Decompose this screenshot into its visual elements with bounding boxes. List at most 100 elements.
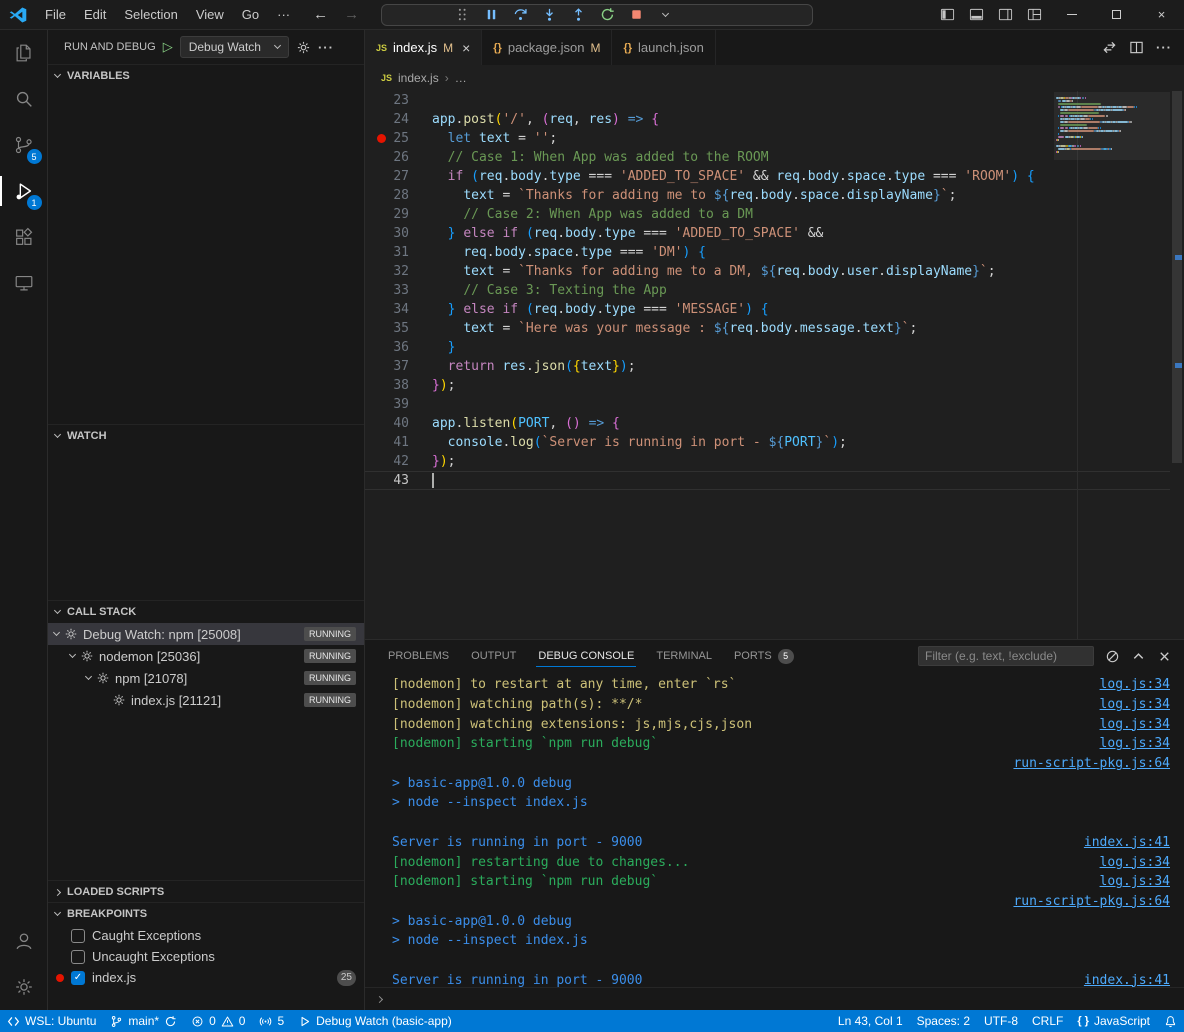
activity-bar-item-extensions[interactable] [0, 214, 48, 260]
line-number[interactable]: 33 [365, 281, 409, 300]
loaded-scripts-section-header[interactable]: LOADED SCRIPTS [48, 881, 364, 903]
code-text[interactable]: app.post('/', (req, res) => { [409, 110, 659, 129]
close-panel-icon[interactable] [1157, 649, 1172, 664]
maximize-panel-icon[interactable] [1131, 649, 1146, 664]
code-text[interactable]: // Case 3: Texting the App [409, 281, 667, 300]
breakpoint-row[interactable]: ✓index.js25 [48, 967, 364, 988]
code-text[interactable]: req.body.space.type === 'DM') { [409, 243, 706, 262]
code-text[interactable]: app.listen(PORT, () => { [409, 414, 620, 433]
toggle-primary-sidebar-icon[interactable] [933, 0, 962, 30]
call-stack-row[interactable]: index.js [21121]RUNNING [48, 689, 364, 711]
editor-tab[interactable]: {}package.jsonM [482, 30, 612, 65]
line-number[interactable]: 41 [365, 433, 409, 452]
close-button[interactable]: × [1139, 0, 1184, 30]
open-changes-icon[interactable] [1102, 40, 1117, 55]
console-source-link[interactable]: log.js:34 [1080, 697, 1170, 712]
status-item-language-mode[interactable]: { }JavaScript [1070, 1010, 1157, 1032]
line-number[interactable]: 35 [365, 319, 409, 338]
activity-bar-item-remote-explorer[interactable] [0, 260, 48, 306]
console-source-link[interactable]: log.js:34 [1080, 874, 1170, 889]
line-number[interactable]: 30 [365, 224, 409, 243]
breadcrumb[interactable]: JSindex.js›… [365, 65, 1184, 91]
status-item-problems[interactable]: 00 [184, 1010, 252, 1032]
activity-bar-item-accounts[interactable] [0, 918, 48, 964]
grip-icon[interactable] [454, 7, 470, 23]
code-text[interactable]: let text = ''; [409, 129, 557, 148]
clear-console-icon[interactable] [1105, 649, 1120, 664]
status-item-branch[interactable]: main* [103, 1010, 184, 1032]
console-source-link[interactable]: index.js:41 [1064, 835, 1170, 850]
restart-icon[interactable] [599, 7, 615, 23]
breakpoint-checkbox[interactable]: ✓ [71, 971, 85, 985]
code-text[interactable]: text = `Here was your message : ${req.bo… [409, 319, 917, 338]
stop-icon[interactable] [628, 7, 644, 23]
pause-icon[interactable] [483, 7, 499, 23]
customize-layout-icon[interactable] [1020, 0, 1049, 30]
call-stack-row[interactable]: nodemon [25036]RUNNING [48, 645, 364, 667]
command-center[interactable] [381, 4, 813, 26]
console-source-link[interactable]: index.js:41 [1064, 973, 1170, 987]
line-number[interactable]: 26 [365, 148, 409, 167]
console-source-link[interactable]: log.js:34 [1080, 736, 1170, 751]
line-number[interactable]: 38 [365, 376, 409, 395]
code-text[interactable]: // Case 2: When App was added to a DM [409, 205, 753, 224]
breadcrumb-item[interactable]: … [455, 71, 467, 85]
line-number[interactable]: 28 [365, 186, 409, 205]
toggle-panel-icon[interactable] [962, 0, 991, 30]
status-item-encoding[interactable]: UTF-8 [977, 1010, 1025, 1032]
split-editor-icon[interactable] [1129, 40, 1144, 55]
console-filter-input[interactable] [918, 646, 1094, 666]
code-text[interactable]: text = `Thanks for adding me to ${req.bo… [409, 186, 956, 205]
code-text[interactable]: }); [409, 452, 455, 471]
breakpoint-gutter-dot[interactable] [377, 134, 386, 143]
console-source-link[interactable]: run-script-pkg.js:64 [993, 894, 1170, 909]
line-number[interactable]: 37 [365, 357, 409, 376]
activity-bar-item-run-and-debug[interactable]: 1 [0, 168, 48, 214]
line-number[interactable]: 39 [365, 395, 409, 414]
call-stack-row[interactable]: npm [21078]RUNNING [48, 667, 364, 689]
go-back-icon[interactable]: ← [313, 6, 328, 23]
line-number[interactable]: 32 [365, 262, 409, 281]
code-text[interactable]: } else if (req.body.type === 'MESSAGE') … [409, 300, 769, 319]
variables-section-header[interactable]: VARIABLES [48, 65, 364, 87]
menu-item-selection[interactable]: Selection [115, 0, 186, 30]
debug-repl-input[interactable] [391, 992, 1172, 1007]
breakpoints-section-header[interactable]: BREAKPOINTS [48, 903, 364, 925]
menu-item-edit[interactable]: Edit [75, 0, 115, 30]
code-editor[interactable]: 2324app.post('/', (req, res) => {25 let … [365, 91, 1184, 639]
code-text[interactable]: if (req.body.type === 'ADDED_TO_SPACE' &… [409, 167, 1035, 186]
minimap[interactable] [1056, 94, 1168, 157]
code-text[interactable]: return res.json({text}); [409, 357, 636, 376]
panel-tab-problems[interactable]: PROBLEMS [377, 640, 460, 672]
editor-tab[interactable]: JSindex.jsM× [365, 30, 482, 65]
start-debugging-icon[interactable]: ▷ [163, 39, 173, 55]
watch-section-header[interactable]: WATCH [48, 425, 364, 447]
status-item-indentation[interactable]: Spaces: 2 [910, 1010, 977, 1032]
go-forward-icon[interactable]: → [344, 6, 359, 23]
line-number[interactable]: 23 [365, 91, 409, 110]
close-tab-icon[interactable]: × [462, 40, 470, 56]
line-number[interactable]: 25 [365, 129, 409, 148]
menu-item-[interactable]: ··· [268, 0, 299, 30]
status-item-ports-forwarded[interactable]: 5 [252, 1010, 291, 1032]
line-number[interactable]: 27 [365, 167, 409, 186]
line-number[interactable]: 43 [365, 471, 409, 490]
line-number[interactable]: 29 [365, 205, 409, 224]
menu-item-go[interactable]: Go [233, 0, 268, 30]
code-text[interactable]: } else if (req.body.type === 'ADDED_TO_S… [409, 224, 823, 243]
scrollbar-thumb[interactable] [1172, 91, 1182, 463]
breakpoint-row[interactable]: Uncaught Exceptions [48, 946, 364, 967]
breadcrumb-item[interactable]: index.js [398, 71, 439, 85]
code-text[interactable] [409, 471, 434, 490]
console-source-link[interactable]: run-script-pkg.js:64 [993, 756, 1170, 771]
sidebar-more-actions-icon[interactable]: ··· [318, 40, 334, 55]
code-text[interactable]: // Case 1: When App was added to the ROO… [409, 148, 769, 167]
breakpoint-checkbox[interactable] [71, 929, 85, 943]
activity-bar-item-source-control[interactable]: 5 [0, 122, 48, 168]
status-item-eol[interactable]: CRLF [1025, 1010, 1070, 1032]
step-out-icon[interactable] [570, 7, 586, 23]
activity-bar-item-search[interactable] [0, 76, 48, 122]
maximize-button[interactable] [1094, 0, 1139, 30]
breakpoint-row[interactable]: Caught Exceptions [48, 925, 364, 946]
call-stack-section-header[interactable]: CALL STACK [48, 601, 364, 623]
